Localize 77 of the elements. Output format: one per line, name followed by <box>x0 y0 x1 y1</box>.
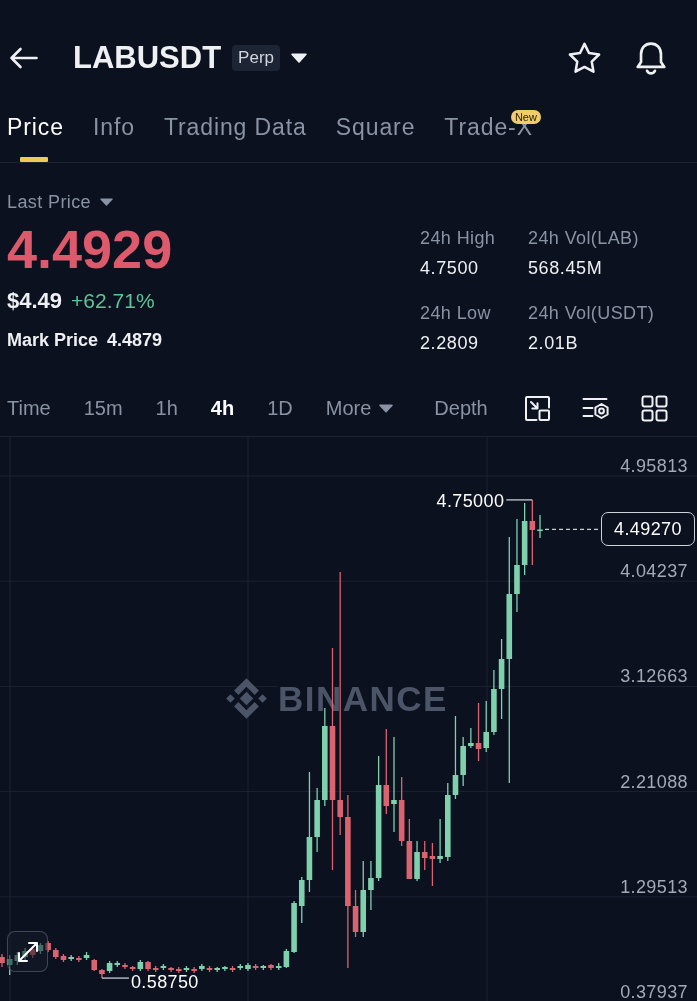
axis-label: 4.04237 <box>620 560 688 583</box>
axis-label: 1.29513 <box>620 875 688 898</box>
rising-candle <box>437 818 443 864</box>
stat-label: 24h Vol(LAB) <box>528 227 639 249</box>
stat-value: 2.01B <box>528 332 579 354</box>
price-change: +62.71% <box>71 288 155 314</box>
stat-value: 568.45M <box>528 257 603 279</box>
rising-candle <box>160 963 167 971</box>
caret-icon[interactable] <box>291 53 308 63</box>
symbol-title[interactable]: LABUSDT <box>73 40 222 76</box>
high-price-label: 4.75000 <box>436 492 505 509</box>
falling-candle <box>229 965 236 973</box>
falling-candle <box>475 702 482 762</box>
falling-candle <box>529 499 536 566</box>
bell-icon[interactable] <box>636 41 666 75</box>
rising-candle <box>37 942 44 955</box>
rising-candle <box>483 700 489 753</box>
interval-tab[interactable]: 4h <box>210 396 235 420</box>
mark-price-value: 4.4879 <box>107 329 163 351</box>
rising-candle <box>83 951 90 961</box>
interval-tab[interactable]: Time <box>7 396 51 420</box>
stat-label: 24h Vol(USDT) <box>528 302 655 324</box>
nav-tab[interactable]: Trading Data <box>163 110 307 162</box>
rising-candle <box>183 965 190 973</box>
rising-candle <box>414 840 420 882</box>
rising-candle <box>137 959 144 972</box>
last-price-tag: 4.49270 <box>601 512 695 547</box>
caret-icon <box>379 403 394 413</box>
list-settings-icon[interactable] <box>582 395 610 421</box>
falling-candle <box>191 966 197 974</box>
logo-icon <box>225 677 268 720</box>
falling-candle <box>0 953 5 968</box>
falling-candle <box>45 940 51 953</box>
axis-label: 0.37937 <box>620 981 688 1001</box>
rising-candle <box>214 966 220 973</box>
falling-candle <box>176 966 182 974</box>
nav-tab[interactable]: Info <box>92 110 135 162</box>
expand-button[interactable] <box>7 931 48 972</box>
low-price-label: 0.58750 <box>130 974 199 991</box>
axis-label: 2.21088 <box>620 770 688 793</box>
star-icon[interactable] <box>568 42 601 74</box>
leader-line <box>101 977 130 979</box>
interval-tab[interactable]: 1D <box>267 396 293 420</box>
mark-price-label: Mark Price <box>7 329 99 351</box>
caret-icon <box>100 198 114 206</box>
more-dropdown[interactable]: More <box>325 396 394 420</box>
grid-icon[interactable] <box>641 394 668 422</box>
stat-label: 24h Low <box>420 302 491 324</box>
rising-candle <box>199 963 205 972</box>
interval-tab[interactable]: 15m <box>83 396 123 420</box>
rising-candle <box>68 954 74 962</box>
contract-badge: Perp <box>232 45 281 71</box>
axis-label: 4.95813 <box>620 455 688 477</box>
falling-candle <box>76 955 82 963</box>
stat-value: 2.2809 <box>420 332 479 354</box>
rising-candle <box>222 965 228 972</box>
falling-candle <box>252 963 259 971</box>
price-type-dropdown[interactable]: Last Price <box>7 191 114 213</box>
rising-candle <box>260 964 267 971</box>
stat-value: 4.7500 <box>420 257 479 279</box>
nav-tab[interactable]: Price <box>7 110 64 162</box>
stat-label: 24h High <box>420 227 496 249</box>
falling-candle <box>268 963 274 971</box>
falling-candle <box>206 965 213 973</box>
rising-candle <box>537 514 543 539</box>
picture-in-picture-icon[interactable] <box>524 394 551 422</box>
falling-candle <box>168 966 174 973</box>
back-icon[interactable] <box>9 47 38 69</box>
leader-line <box>505 499 533 501</box>
price-line <box>544 528 601 531</box>
last-price: 4.4929 <box>7 221 173 277</box>
rising-candle <box>468 727 474 749</box>
usd-price: $4.49 <box>7 288 63 314</box>
interval-tab[interactable]: 1h <box>155 396 178 420</box>
depth-tab[interactable]: Depth <box>434 396 488 420</box>
axis-label: 3.12663 <box>620 665 688 688</box>
nav-tab[interactable]: Square <box>335 110 416 162</box>
